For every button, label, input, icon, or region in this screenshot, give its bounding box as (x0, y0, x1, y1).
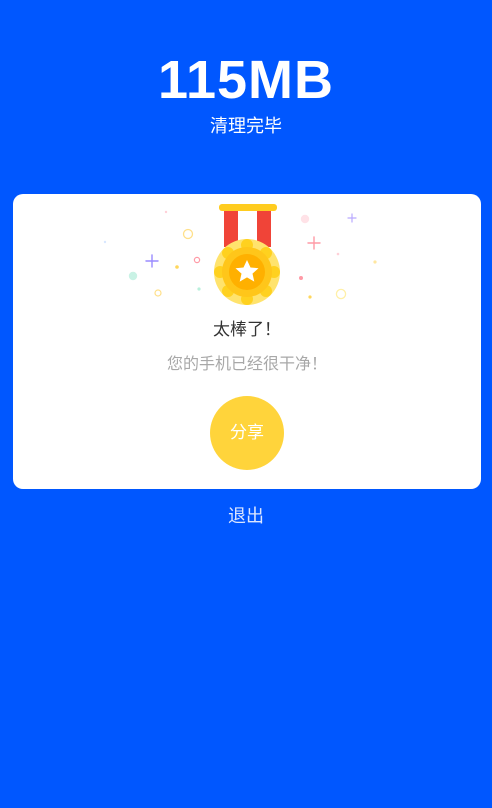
result-card: 太棒了！ 您的手机已经很干净！ 分享 (13, 194, 481, 489)
exit-button[interactable]: 退出 (0, 504, 492, 530)
clean-message: 您的手机已经很干净！ (166, 354, 327, 373)
cleaned-size-value: 115MB (157, 50, 335, 110)
congrats-title: 太棒了！ (213, 320, 281, 340)
share-button[interactable]: 分享 (210, 396, 284, 470)
medal-icon (103, 204, 377, 305)
clean-status-text: 清理完毕 (210, 116, 282, 137)
